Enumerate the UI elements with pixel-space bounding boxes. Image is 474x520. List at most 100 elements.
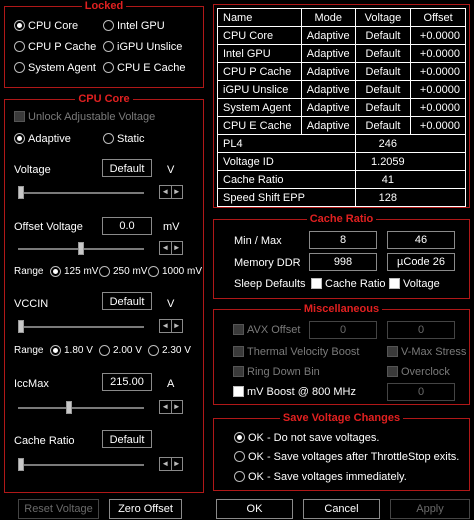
- radio-intel-gpu[interactable]: [103, 20, 114, 31]
- voltage-table: Name Mode Voltage Offset CPU Core Adaptiv…: [217, 8, 467, 207]
- locked-title: Locked: [81, 0, 127, 12]
- overclock-label: Overclock: [401, 366, 450, 378]
- sleep-cache-ratio-label: Cache Ratio: [325, 278, 386, 290]
- offset-slider-thumb[interactable]: [78, 242, 84, 255]
- header-offset: Offset: [410, 8, 466, 27]
- iccmax-spinner[interactable]: ◄ ►: [159, 400, 183, 414]
- overclock-checkbox[interactable]: [387, 366, 398, 377]
- tvb-label: Thermal Velocity Boost: [247, 346, 360, 358]
- spin-left-icon[interactable]: ◄: [160, 458, 172, 470]
- header-voltage: Voltage: [354, 8, 412, 27]
- range-1000mv-label: 1000 mV: [162, 266, 203, 277]
- avx-offset-field-1[interactable]: 0: [309, 321, 377, 339]
- cache-slider-thumb[interactable]: [18, 458, 24, 471]
- table-row: PL4 246: [217, 134, 467, 153]
- radio-cpu-core[interactable]: [14, 20, 25, 31]
- vccin-unit: V: [167, 298, 175, 310]
- vmax-stress-checkbox[interactable]: [387, 346, 398, 357]
- ring-down-bin-checkbox[interactable]: [233, 366, 244, 377]
- radio-igpu-unslice[interactable]: [103, 41, 114, 52]
- radio-do-not-save[interactable]: [234, 432, 245, 443]
- spin-right-icon[interactable]: ►: [172, 186, 183, 198]
- minmax-label: Min / Max: [234, 235, 282, 247]
- max-ratio-field[interactable]: 46: [387, 231, 455, 249]
- vmax-stress-label: V-Max Stress: [401, 346, 467, 358]
- voltage-spinner[interactable]: ◄ ►: [159, 185, 183, 199]
- spin-right-icon[interactable]: ►: [172, 320, 183, 332]
- mv-boost-checkbox[interactable]: [233, 386, 244, 397]
- vccin-default-field[interactable]: Default: [102, 292, 152, 310]
- vccin-slider-thumb[interactable]: [18, 320, 24, 333]
- radio-range-250mv[interactable]: [99, 266, 110, 277]
- adaptive-label: Adaptive: [28, 133, 71, 145]
- min-ratio-field[interactable]: 8: [309, 231, 377, 249]
- radio-system-agent[interactable]: [14, 62, 25, 73]
- vccin-label: VCCIN: [14, 298, 49, 310]
- table-row: CPU E Cache Adaptive Default +0.0000: [217, 116, 466, 135]
- cache-spinner[interactable]: ◄ ►: [159, 457, 183, 471]
- vccin-slider-track: [18, 326, 144, 328]
- header-mode: Mode: [300, 8, 356, 27]
- table-row: CPU P Cache Adaptive Default +0.0000: [217, 62, 466, 81]
- vccin-spinner[interactable]: ◄ ►: [159, 319, 183, 333]
- spin-right-icon[interactable]: ►: [172, 242, 183, 254]
- sleep-cache-ratio-checkbox[interactable]: [311, 278, 322, 289]
- radio-range-125mv[interactable]: [50, 266, 61, 277]
- voltage-default-field[interactable]: Default: [102, 159, 152, 177]
- misc-title: Miscellaneous: [300, 303, 383, 315]
- cache-ratio-default-field[interactable]: Default: [102, 430, 152, 448]
- label-cpu-core: CPU Core: [28, 20, 79, 32]
- radio-cpu-e-cache[interactable]: [103, 62, 114, 73]
- ok-button[interactable]: OK: [216, 499, 293, 519]
- offset-voltage-field[interactable]: 0.0: [102, 217, 152, 235]
- sleep-voltage-checkbox[interactable]: [389, 278, 400, 289]
- table-header-row: Name Mode Voltage Offset: [217, 8, 466, 27]
- zero-offset-button[interactable]: Zero Offset: [109, 499, 182, 519]
- voltage-slider-track: [18, 192, 144, 194]
- cache-ratio-label: Cache Ratio: [14, 435, 75, 447]
- apply-button[interactable]: Apply: [390, 499, 470, 519]
- spin-left-icon[interactable]: ◄: [160, 401, 172, 413]
- label-system-agent: System Agent: [28, 62, 96, 74]
- voltage-label: Voltage: [14, 164, 51, 176]
- vccin-range-label: Range: [14, 345, 44, 356]
- radio-adaptive[interactable]: [14, 133, 25, 144]
- cancel-button[interactable]: Cancel: [303, 499, 380, 519]
- offset-voltage-unit: mV: [163, 221, 180, 233]
- offset-voltage-label: Offset Voltage: [14, 221, 83, 233]
- spin-right-icon[interactable]: ►: [172, 401, 183, 413]
- iccmax-field[interactable]: 215.00: [102, 373, 152, 391]
- spin-right-icon[interactable]: ►: [172, 458, 183, 470]
- label-intel-gpu: Intel GPU: [117, 20, 165, 32]
- reset-voltage-button[interactable]: Reset Voltage: [18, 499, 99, 519]
- ucode-field: µCode 26: [387, 253, 455, 271]
- radio-range-1000mv[interactable]: [148, 266, 159, 277]
- table-row: Speed Shift EPP 128: [217, 188, 467, 207]
- avx-offset-checkbox[interactable]: [233, 324, 244, 335]
- radio-range-230v[interactable]: [148, 345, 159, 356]
- table-row: System Agent Adaptive Default +0.0000: [217, 98, 466, 117]
- avx-offset-field-2[interactable]: 0: [387, 321, 455, 339]
- iccmax-slider-thumb[interactable]: [66, 401, 72, 414]
- voltage-slider-thumb[interactable]: [18, 186, 24, 199]
- mv-boost-field[interactable]: 0: [387, 383, 455, 401]
- spin-left-icon[interactable]: ◄: [160, 242, 172, 254]
- table-row: Voltage ID 1.2059: [217, 152, 467, 171]
- radio-range-180v[interactable]: [50, 345, 61, 356]
- radio-static[interactable]: [103, 133, 114, 144]
- radio-save-after-exit[interactable]: [234, 451, 245, 462]
- tvb-checkbox[interactable]: [233, 346, 244, 357]
- memory-ddr-field: 998: [309, 253, 377, 271]
- radio-cpu-p-cache[interactable]: [14, 41, 25, 52]
- radio-save-immediately[interactable]: [234, 471, 245, 482]
- unlock-voltage-label: Unlock Adjustable Voltage: [28, 111, 156, 123]
- spin-left-icon[interactable]: ◄: [160, 186, 172, 198]
- unlock-voltage-checkbox[interactable]: [14, 111, 25, 122]
- spin-left-icon[interactable]: ◄: [160, 320, 172, 332]
- offset-spinner[interactable]: ◄ ►: [159, 241, 183, 255]
- label-cpu-p-cache: CPU P Cache: [28, 41, 97, 53]
- radio-range-200v[interactable]: [99, 345, 110, 356]
- iccmax-unit: A: [167, 378, 175, 390]
- table-row: iGPU Unslice Adaptive Default +0.0000: [217, 80, 466, 99]
- table-row: CPU Core Adaptive Default +0.0000: [217, 26, 466, 45]
